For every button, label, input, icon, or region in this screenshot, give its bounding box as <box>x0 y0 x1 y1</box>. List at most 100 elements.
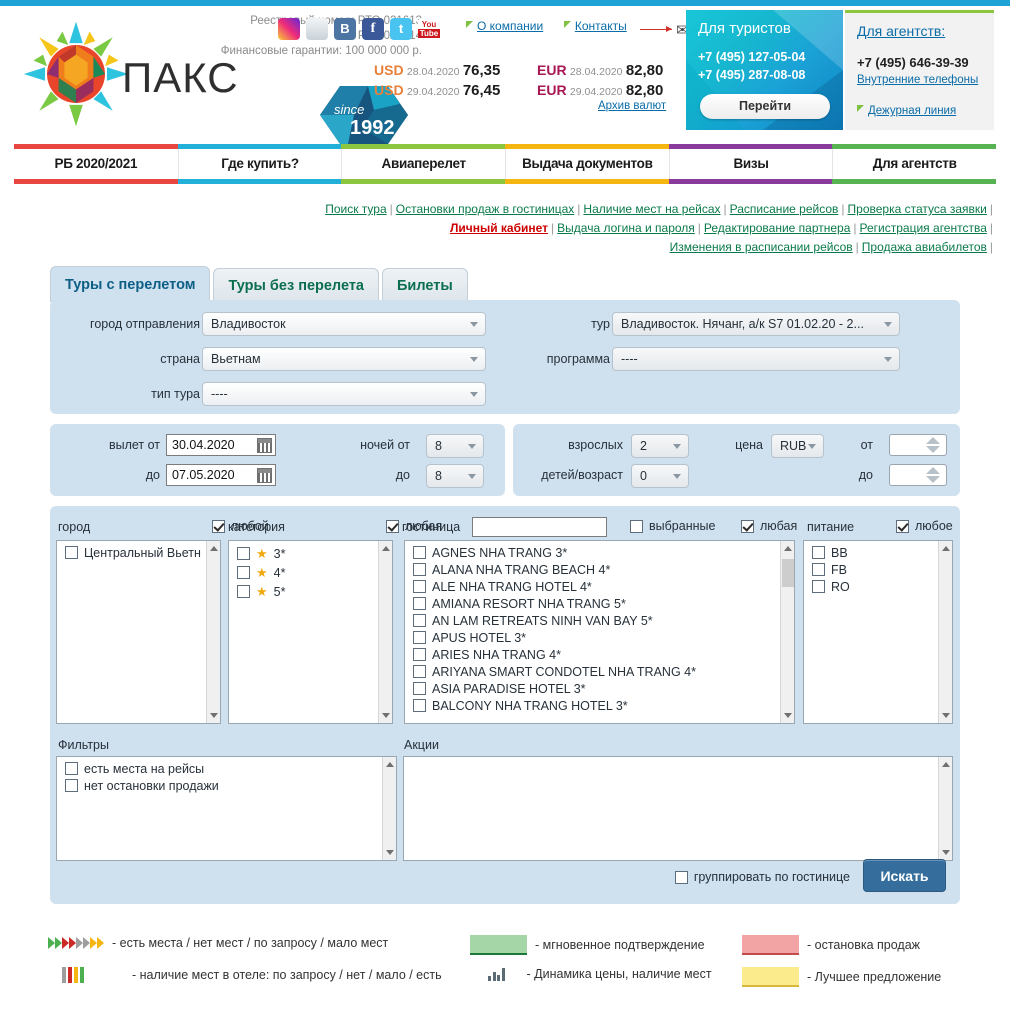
departure-to-input[interactable]: 07.05.2020 <box>166 464 276 486</box>
price-to-input[interactable] <box>889 464 947 486</box>
tourists-phone-2[interactable]: +7 (495) 287-08-08 <box>698 68 805 82</box>
checkbox-icon[interactable] <box>413 631 426 644</box>
search-button[interactable]: Искать <box>863 859 946 892</box>
link-personal-cabinet[interactable]: Личный кабинет <box>450 221 548 235</box>
scrollbar[interactable] <box>938 541 952 723</box>
nav-item-for-agents[interactable]: Для агентств <box>832 144 997 184</box>
group-by-hotel-row[interactable]: группировать по гостинице <box>674 870 850 884</box>
checkbox-icon[interactable] <box>237 566 250 579</box>
link-tour-search[interactable]: Поиск тура <box>325 202 386 216</box>
scroll-up-icon[interactable] <box>210 546 218 551</box>
list-item[interactable]: ★ 5* <box>229 582 378 601</box>
currency-select[interactable]: RUB <box>771 434 824 458</box>
checkbox-icon[interactable] <box>413 682 426 695</box>
link-edit-partner[interactable]: Редактирование партнера <box>704 221 850 235</box>
checkbox-icon[interactable] <box>812 546 825 559</box>
list-item[interactable]: FB <box>804 561 938 578</box>
nav-item-rb[interactable]: РБ 2020/2021 <box>14 144 178 184</box>
checkbox-icon[interactable] <box>413 563 426 576</box>
livejournal-icon[interactable] <box>306 18 328 40</box>
checkbox-icon[interactable] <box>812 563 825 576</box>
meal-listbox[interactable]: BB FB RO <box>803 540 953 724</box>
departure-city-select[interactable]: Владивосток <box>202 312 486 336</box>
scrollbar[interactable] <box>206 541 220 723</box>
list-item[interactable]: APUS HOTEL 3* <box>405 629 780 646</box>
instagram-icon[interactable] <box>278 18 300 40</box>
scroll-down-icon[interactable] <box>942 850 950 855</box>
scrollbar[interactable] <box>780 541 794 723</box>
checkbox-icon[interactable] <box>413 648 426 661</box>
checkbox-icon[interactable] <box>413 597 426 610</box>
internal-phones-link[interactable]: Внутренние телефоны <box>857 74 978 86</box>
stepper-up-icon[interactable] <box>926 437 940 444</box>
link-request-status[interactable]: Проверка статуса заявки <box>848 202 987 216</box>
link-flight-schedule[interactable]: Расписание рейсов <box>730 202 839 216</box>
tab-tours-without-flight[interactable]: Туры без перелета <box>213 268 379 302</box>
tourists-go-button[interactable]: Перейти <box>700 94 830 119</box>
youtube-icon[interactable]: You Tube <box>418 18 440 40</box>
stepper-down-icon[interactable] <box>926 446 940 453</box>
tour-select[interactable]: Владивосток. Нячанг, а/к S7 01.02.20 - 2… <box>612 312 900 336</box>
checkbox-icon[interactable] <box>65 546 78 559</box>
calendar-icon[interactable] <box>257 468 272 483</box>
scroll-down-icon[interactable] <box>942 713 950 718</box>
checkbox-icon[interactable] <box>413 699 426 712</box>
list-item[interactable]: есть места на рейсы <box>57 760 382 777</box>
scrollbar[interactable] <box>382 757 396 860</box>
scroll-up-icon[interactable] <box>784 546 792 551</box>
currency-archive-link[interactable]: Архив валют <box>598 100 666 112</box>
scroll-up-icon[interactable] <box>386 762 394 767</box>
category-listbox[interactable]: ★ 3* ★ 4* ★ 5* <box>228 540 393 724</box>
list-item[interactable]: нет остановки продажи <box>57 777 382 794</box>
list-item[interactable]: ARIYANA SMART CONDOTEL NHA TRANG 4* <box>405 663 780 680</box>
checkbox-icon[interactable] <box>386 519 399 533</box>
checkbox-icon[interactable] <box>65 779 78 792</box>
list-item[interactable]: ASIA PARADISE HOTEL 3* <box>405 680 780 697</box>
scroll-down-icon[interactable] <box>382 713 390 718</box>
filters-listbox[interactable]: есть места на рейсы нет остановки продаж… <box>56 756 397 861</box>
paks-logo-icon[interactable] <box>18 16 134 132</box>
program-select[interactable]: ---- <box>612 347 900 371</box>
link-sales-stops[interactable]: Остановки продаж в гостиницах <box>396 202 575 216</box>
scroll-thumb[interactable] <box>782 559 794 587</box>
nights-from-select[interactable]: 8 <box>426 434 484 458</box>
list-item[interactable]: ★ 4* <box>229 563 378 582</box>
scrollbar[interactable] <box>378 541 392 723</box>
departure-from-input[interactable]: 30.04.2020 <box>166 434 276 456</box>
about-company-link[interactable]: О компании <box>477 19 543 33</box>
nav-item-visas[interactable]: Визы <box>668 144 833 184</box>
checkbox-icon[interactable] <box>413 580 426 593</box>
checkbox-icon[interactable] <box>741 519 754 533</box>
list-item[interactable]: ★ 3* <box>229 544 378 563</box>
link-login-password[interactable]: Выдача логина и пароля <box>557 221 695 235</box>
hotel-listbox[interactable]: AGNES NHA TRANG 3* ALANA NHA TRANG BEACH… <box>404 540 795 724</box>
scrollbar[interactable] <box>938 757 952 860</box>
list-item[interactable]: RO <box>804 578 938 595</box>
hotel-search-input[interactable] <box>472 517 607 537</box>
country-select[interactable]: Вьетнам <box>202 347 486 371</box>
list-item[interactable]: BALCONY NHA TRANG HOTEL 3* <box>405 697 780 714</box>
scroll-down-icon[interactable] <box>784 713 792 718</box>
list-item[interactable]: AGNES NHA TRANG 3* <box>405 544 780 561</box>
list-item[interactable]: ARIES NHA TRANG 4* <box>405 646 780 663</box>
vk-icon[interactable]: В <box>334 18 356 40</box>
link-agency-registration[interactable]: Регистрация агентства <box>860 221 987 235</box>
contacts-link[interactable]: Контакты <box>575 19 627 33</box>
checkbox-icon[interactable] <box>413 614 426 627</box>
list-item[interactable]: BB <box>804 544 938 561</box>
tab-tickets[interactable]: Билеты <box>382 268 468 302</box>
list-item[interactable]: ALE NHA TRANG HOTEL 4* <box>405 578 780 595</box>
meal-any-checkbox-row[interactable]: любое <box>896 519 953 533</box>
facebook-icon[interactable]: f <box>362 18 384 40</box>
tourists-phone-1[interactable]: +7 (495) 127-05-04 <box>698 50 805 64</box>
link-flight-seats[interactable]: Наличие мест на рейсах <box>583 202 720 216</box>
list-item[interactable]: AMIANA RESORT NHA TRANG 5* <box>405 595 780 612</box>
checkbox-icon[interactable] <box>413 665 426 678</box>
tab-tours-with-flight[interactable]: Туры с перелетом <box>50 266 211 302</box>
scroll-up-icon[interactable] <box>942 546 950 551</box>
checkbox-icon[interactable] <box>630 519 643 533</box>
mail-arrow[interactable]: ✉ <box>640 21 689 39</box>
list-item[interactable]: Центральный Вьетн <box>57 544 206 561</box>
stepper-down-icon[interactable] <box>926 476 940 483</box>
agents-phone[interactable]: +7 (495) 646-39-39 <box>857 55 969 70</box>
